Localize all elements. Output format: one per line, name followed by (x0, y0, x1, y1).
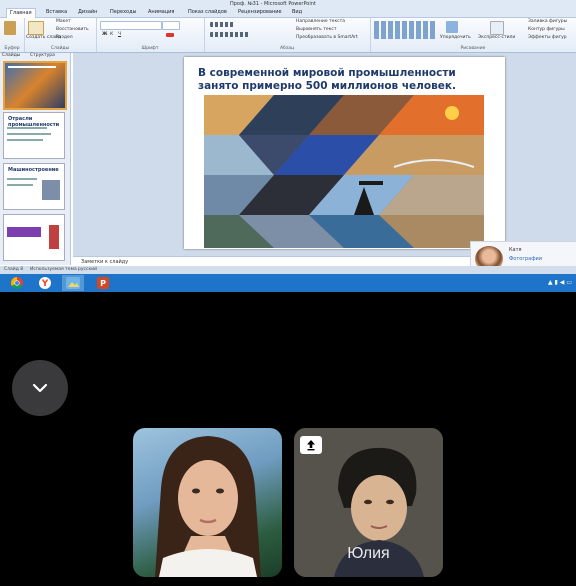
font-family-select[interactable] (100, 21, 162, 30)
up-arrow-icon[interactable]: ▲ (548, 279, 553, 286)
section-button[interactable]: Раздел (56, 35, 73, 40)
thumbs-tab-slides[interactable]: Слайды (2, 53, 20, 59)
volume-icon[interactable]: ◀ (560, 279, 565, 286)
underline-icon[interactable]: Ч (118, 32, 121, 37)
slide-thumbnail[interactable]: Отрасли промышленности (3, 112, 65, 159)
tab-transitions[interactable]: Переходы (110, 8, 137, 17)
shape-outline-button[interactable]: Контур фигуры (528, 27, 565, 32)
ribbon-tabs: Главная Вставка Дизайн Переходы Анимация… (0, 8, 576, 18)
yandex-icon[interactable]: Y (34, 275, 56, 291)
powerpoint-icon[interactable]: P (92, 275, 114, 291)
shape-fill-button[interactable]: Заливка фигуры (528, 19, 567, 24)
thumbs-tab-outline[interactable]: Структура (30, 53, 55, 59)
group-paragraph: Направление текста Выровнять текст Преоб… (204, 18, 371, 52)
participant-video (155, 436, 261, 577)
group-slides: Создать слайд Макет Восстановить Раздел … (24, 18, 97, 52)
tab-animations[interactable]: Анимация (148, 8, 174, 17)
tab-review[interactable]: Рецензирование (238, 8, 282, 17)
group-label: Шрифт (141, 46, 159, 51)
arrange-icon[interactable] (446, 21, 458, 33)
industry-photo-collage (204, 95, 484, 248)
slide-heading: В современной мировой промышленности зан… (198, 67, 456, 92)
shapes-gallery[interactable] (374, 21, 436, 39)
shared-screen: Проф. №31 - Microsoft PowerPoint Главная… (0, 0, 576, 292)
slide-thumbnail[interactable] (3, 214, 65, 261)
group-label: Рисование (460, 46, 486, 51)
participant-name: Юлия (347, 545, 390, 562)
window-title-bar: Проф. №31 - Microsoft PowerPoint (0, 0, 576, 8)
tab-insert[interactable]: Вставка (46, 8, 67, 17)
group-font: Ж К Ч Шрифт (96, 18, 205, 52)
group-label: Слайды (50, 46, 70, 51)
thumbnail-caption: Машиностроение (8, 167, 59, 173)
bullets-icon[interactable] (210, 22, 234, 27)
presenter-video-tile[interactable]: Юлия (294, 428, 443, 577)
slide[interactable]: В современной мировой промышленности зан… (184, 57, 505, 249)
text-direction-button[interactable]: Направление текста (296, 19, 345, 24)
slide-thumbnail[interactable] (3, 61, 67, 110)
italic-icon[interactable]: К (110, 32, 113, 37)
new-slide-icon[interactable] (28, 21, 44, 35)
status-bar: Слайд 8 Используемая тема русский (0, 266, 576, 274)
layout-button[interactable]: Макет (56, 19, 71, 24)
collapse-button[interactable] (12, 360, 68, 416)
system-tray: ▲ ▮ ◀ ▭ (548, 274, 572, 292)
tab-view[interactable]: Вид (292, 8, 302, 17)
chevron-down-icon (32, 383, 48, 393)
chrome-icon[interactable] (6, 275, 28, 291)
svg-text:Y: Y (41, 279, 49, 289)
paste-icon[interactable] (4, 21, 16, 35)
theme-name: Используемая тема (30, 267, 77, 272)
reset-button[interactable]: Восстановить (56, 27, 89, 32)
align-text-button[interactable]: Выровнять текст (296, 27, 336, 32)
slide-editing-area: В современной мировой промышленности зан… (73, 53, 576, 256)
group-label: Буфер (4, 46, 20, 51)
participant-label: Фотографии (509, 256, 542, 262)
font-size-select[interactable] (162, 21, 180, 30)
window-title: Проф. №31 - Microsoft PowerPoint (230, 1, 316, 7)
windows-taskbar: Y P ▲ ▮ ◀ ▭ (0, 274, 576, 292)
group-label: Абзац (279, 46, 295, 51)
group-drawing: Упорядочить Экспресс-стили Заливка фигур… (370, 18, 576, 52)
slide-thumbnail[interactable]: Машиностроение (3, 163, 65, 210)
quick-styles-icon[interactable] (490, 21, 504, 35)
participant-video-tile[interactable] (133, 428, 282, 577)
smartart-button[interactable]: Преобразовать в SmartArt (296, 35, 358, 40)
network-icon[interactable]: ▮ (555, 279, 558, 286)
slide-notes[interactable]: Заметки к слайду (73, 256, 473, 266)
quick-styles-button[interactable]: Экспресс-стили (478, 35, 515, 40)
language-indicator: русский (78, 267, 98, 272)
align-icon[interactable] (210, 32, 250, 37)
battery-icon[interactable]: ▭ (566, 279, 572, 286)
group-clipboard: Буфер (0, 18, 25, 52)
photos-icon[interactable] (62, 275, 84, 291)
arrange-button[interactable]: Упорядочить (440, 35, 471, 40)
shape-effects-button[interactable]: Эффекты фигур (528, 35, 567, 40)
tab-slideshow[interactable]: Показ слайдов (188, 8, 227, 17)
screen-share-icon (300, 436, 322, 454)
svg-text:P: P (100, 279, 106, 288)
bold-icon[interactable]: Ж (102, 32, 108, 37)
font-color-icon[interactable] (166, 33, 174, 37)
ribbon: Буфер Создать слайд Макет Восстановить Р… (0, 18, 576, 53)
tab-home[interactable]: Главная (6, 8, 36, 18)
slide-counter: Слайд 8 (4, 267, 24, 272)
slide-thumbnail-pane: Слайды Структура Отрасли промышленности … (0, 53, 71, 265)
participant-name: Катя (509, 247, 522, 253)
tab-design[interactable]: Дизайн (78, 8, 97, 17)
